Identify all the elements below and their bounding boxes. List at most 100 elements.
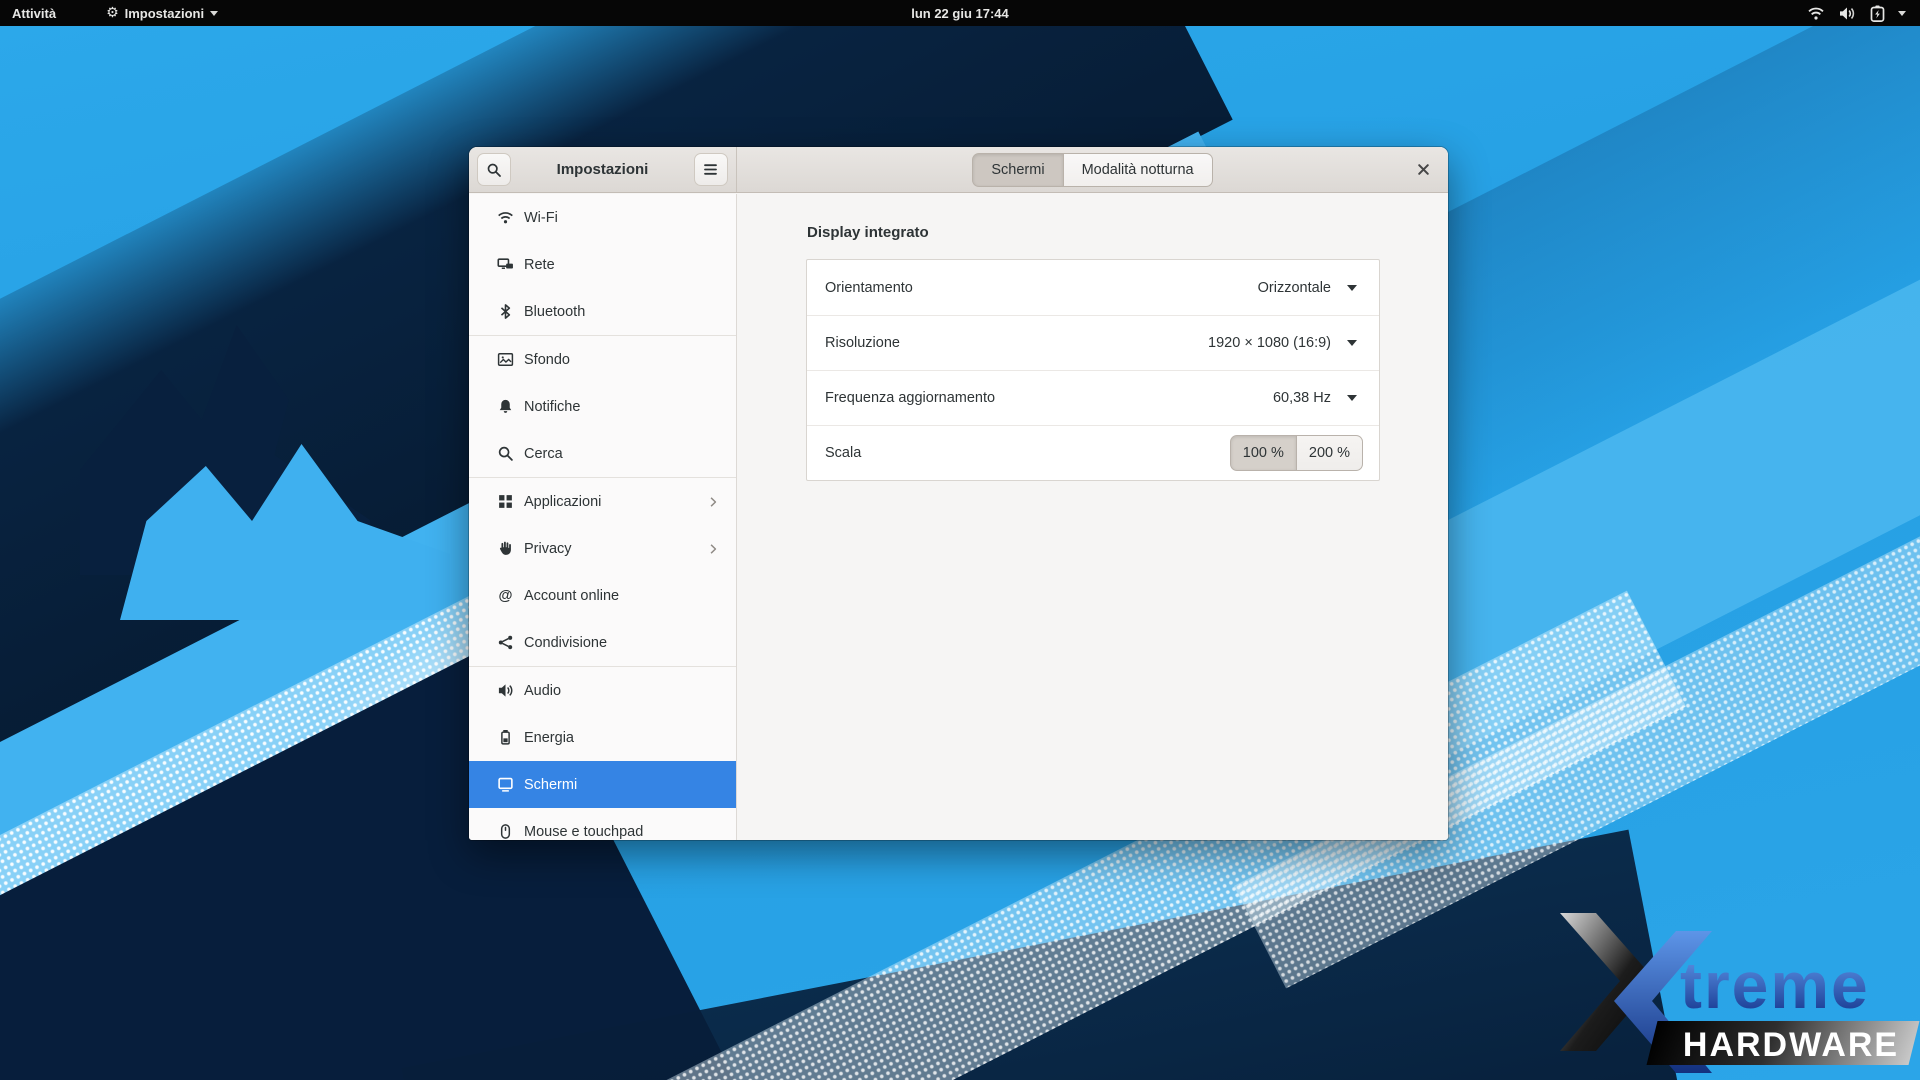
network-icon xyxy=(497,256,514,273)
settings-window: Impostazioni SchermiModalità notturna Wi… xyxy=(469,147,1448,840)
search-icon xyxy=(486,162,502,178)
dropdown-value: 1920 × 1080 (16:9) xyxy=(1208,335,1331,351)
sidebar-item-wi-fi[interactable]: Wi-Fi xyxy=(469,194,736,241)
caret-down-icon xyxy=(1347,340,1357,346)
display-settings-card: OrientamentoOrizzontaleRisoluzione1920 ×… xyxy=(806,259,1380,481)
sidebar-item-label: Condivisione xyxy=(524,635,720,651)
scale-option-200[interactable]: 200 % xyxy=(1297,435,1363,471)
window-title: Impostazioni xyxy=(557,161,649,178)
settings-row-frequenza-aggiornamento[interactable]: Frequenza aggiornamento60,38 Hz xyxy=(807,370,1379,425)
app-menu-button[interactable]: ⚙ Impostazioni xyxy=(68,0,230,26)
close-button[interactable] xyxy=(1412,159,1434,181)
battery-charging-icon xyxy=(1870,5,1885,22)
displays-panel: Display integrato OrientamentoOrizzontal… xyxy=(737,194,1448,840)
row-label: Orientamento xyxy=(825,280,1258,296)
close-icon xyxy=(1416,162,1431,177)
bluetooth-icon xyxy=(497,303,514,320)
sidebar-item-mouse-e-touchpad[interactable]: Mouse e touchpad xyxy=(469,808,736,840)
sidebar-item-audio[interactable]: Audio xyxy=(469,667,736,714)
desktop: treme HARDWARE Attività ⚙ Impostazioni l… xyxy=(0,0,1920,1080)
sidebar-item-bluetooth[interactable]: Bluetooth xyxy=(469,288,736,335)
sidebar-item-label: Privacy xyxy=(524,541,696,557)
sidebar-item-label: Energia xyxy=(524,730,720,746)
search-icon xyxy=(497,445,514,462)
caret-down-icon xyxy=(1898,11,1906,16)
settings-sidebar: Wi-Fi Rete Bluetooth Sfondo Notifiche Cerca Ap… xyxy=(469,194,737,840)
sidebar-item-label: Applicazioni xyxy=(524,494,696,510)
sidebar-item-label: Schermi xyxy=(524,777,720,793)
wallpaper-icon xyxy=(497,351,514,368)
speaker-icon xyxy=(497,682,514,699)
dropdown-risoluzione[interactable]: 1920 × 1080 (16:9) xyxy=(1208,335,1363,351)
app-menu-label: Impostazioni xyxy=(125,6,204,21)
brand-sub-text: HARDWARE xyxy=(1668,1026,1914,1065)
hamburger-icon xyxy=(703,163,718,176)
wifi-icon xyxy=(497,209,514,226)
settings-row-scala: Scala100 %200 % xyxy=(807,425,1379,480)
scale-toggle-group: 100 %200 % xyxy=(1230,435,1363,471)
sidebar-item-label: Mouse e touchpad xyxy=(524,824,720,840)
dropdown-frequenza-aggiornamento[interactable]: 60,38 Hz xyxy=(1273,390,1363,406)
chevron-right-icon xyxy=(706,495,720,509)
activities-label: Attività xyxy=(12,6,56,21)
sidebar-item-sfondo[interactable]: Sfondo xyxy=(469,336,736,383)
search-button[interactable] xyxy=(477,153,511,186)
settings-row-risoluzione[interactable]: Risoluzione1920 × 1080 (16:9) xyxy=(807,315,1379,370)
clock-button[interactable]: lun 22 giu 17:44 xyxy=(911,0,1009,26)
display-icon xyxy=(497,776,514,793)
apps-grid-icon xyxy=(497,493,514,510)
window-body: Wi-Fi Rete Bluetooth Sfondo Notifiche Cerca Ap… xyxy=(469,194,1448,840)
row-label: Frequenza aggiornamento xyxy=(825,390,1273,406)
xtreme-hardware-watermark: treme HARDWARE xyxy=(1552,905,1914,1073)
settings-row-orientamento[interactable]: OrientamentoOrizzontale xyxy=(807,260,1379,315)
primary-menu-button[interactable] xyxy=(694,153,728,186)
hand-icon xyxy=(497,540,514,557)
sidebar-item-label: Audio xyxy=(524,683,720,699)
tab-schermi[interactable]: Schermi xyxy=(972,153,1063,187)
share-icon xyxy=(497,634,514,651)
sidebar-item-schermi[interactable]: Schermi xyxy=(469,761,736,808)
view-switcher: SchermiModalità notturna xyxy=(972,153,1212,187)
sidebar-item-label: Account online xyxy=(524,588,720,604)
headerbar: Impostazioni SchermiModalità notturna xyxy=(469,147,1448,193)
sidebar-item-label: Sfondo xyxy=(524,352,720,368)
caret-down-icon xyxy=(1347,395,1357,401)
dropdown-value: Orizzontale xyxy=(1258,280,1331,296)
sidebar-item-condivisione[interactable]: Condivisione xyxy=(469,619,736,666)
sidebar-item-cerca[interactable]: Cerca xyxy=(469,430,736,477)
sidebar-item-label: Rete xyxy=(524,257,720,273)
at-icon: @ xyxy=(497,587,514,604)
row-label: Risoluzione xyxy=(825,335,1208,351)
battery-icon xyxy=(497,729,514,746)
dropdown-value: 60,38 Hz xyxy=(1273,390,1331,406)
volume-icon xyxy=(1838,6,1857,21)
sidebar-item-energia[interactable]: Energia xyxy=(469,714,736,761)
section-title: Display integrato xyxy=(807,224,929,241)
chevron-right-icon xyxy=(706,542,720,556)
tab-modalit-notturna[interactable]: Modalità notturna xyxy=(1064,153,1213,187)
dropdown-orientamento[interactable]: Orizzontale xyxy=(1258,280,1363,296)
clock-label: lun 22 giu 17:44 xyxy=(911,6,1009,21)
bell-icon xyxy=(497,398,514,415)
brand-text: treme xyxy=(1680,947,1870,1023)
sidebar-headerbar: Impostazioni xyxy=(469,147,737,192)
sidebar-item-label: Cerca xyxy=(524,446,720,462)
caret-down-icon xyxy=(210,11,218,16)
scale-option-100[interactable]: 100 % xyxy=(1230,435,1297,471)
gear-icon: ⚙ xyxy=(106,6,119,20)
main-headerbar: SchermiModalità notturna xyxy=(737,147,1448,192)
activities-button[interactable]: Attività xyxy=(0,0,68,26)
sidebar-item-label: Wi-Fi xyxy=(524,210,720,226)
sidebar-item-privacy[interactable]: Privacy xyxy=(469,525,736,572)
svg-text:@: @ xyxy=(499,588,513,604)
sidebar-item-rete[interactable]: Rete xyxy=(469,241,736,288)
sidebar-item-applicazioni[interactable]: Applicazioni xyxy=(469,478,736,525)
sidebar-item-account-online[interactable]: @ Account online xyxy=(469,572,736,619)
mouse-icon xyxy=(497,823,514,840)
caret-down-icon xyxy=(1347,285,1357,291)
gnome-top-bar: Attività ⚙ Impostazioni lun 22 giu 17:44 xyxy=(0,0,1920,26)
sidebar-item-notifiche[interactable]: Notifiche xyxy=(469,383,736,430)
sidebar-item-label: Notifiche xyxy=(524,399,720,415)
system-status-area[interactable] xyxy=(1799,0,1914,26)
row-label: Scala xyxy=(825,445,1230,461)
